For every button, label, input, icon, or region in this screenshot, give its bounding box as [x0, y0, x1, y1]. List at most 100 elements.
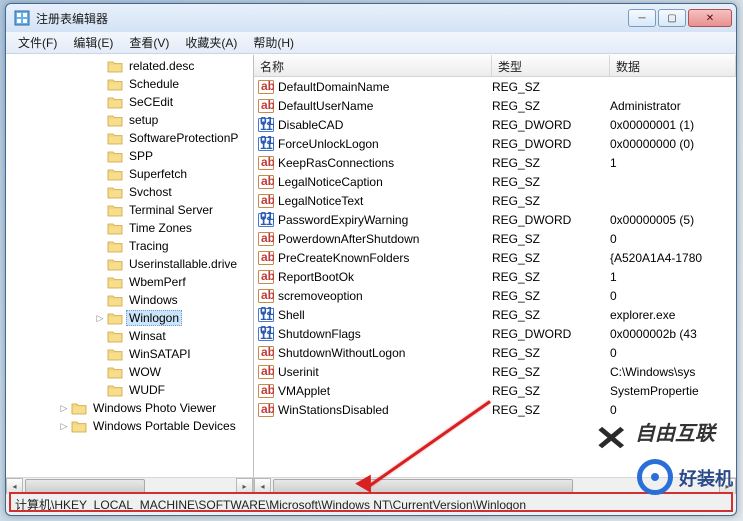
value-type: REG_SZ: [492, 308, 610, 322]
expand-icon[interactable]: ▷: [94, 312, 106, 324]
expand-icon[interactable]: [94, 186, 106, 198]
list-row[interactable]: ShutdownFlagsREG_DWORD0x0000002b (43: [254, 324, 736, 343]
tree-item[interactable]: Superfetch: [6, 165, 253, 183]
menu-favorites[interactable]: 收藏夹(A): [177, 32, 245, 53]
binary-value-icon: [258, 212, 274, 228]
list-row[interactable]: DefaultUserNameREG_SZAdministrator: [254, 96, 736, 115]
value-data: 1: [610, 270, 736, 284]
expand-icon[interactable]: [94, 348, 106, 360]
folder-icon: [107, 149, 123, 163]
tree-item[interactable]: SoftwareProtectionP: [6, 129, 253, 147]
tree-view[interactable]: related.descScheduleSeCEditsetupSoftware…: [6, 55, 253, 473]
expand-icon[interactable]: [94, 384, 106, 396]
value-name: ReportBootOk: [278, 270, 492, 284]
expand-icon[interactable]: [94, 60, 106, 72]
titlebar[interactable]: 注册表编辑器 ─ ▢ ✕: [6, 4, 736, 32]
col-data[interactable]: 数据: [610, 55, 736, 76]
tree-item[interactable]: ▷Windows Photo Viewer: [6, 399, 253, 417]
scroll-thumb[interactable]: [25, 479, 145, 493]
expand-icon[interactable]: [94, 78, 106, 90]
expand-icon[interactable]: [94, 132, 106, 144]
expand-icon[interactable]: ▷: [58, 402, 70, 414]
tree-item[interactable]: setup: [6, 111, 253, 129]
tree-item[interactable]: Svchost: [6, 183, 253, 201]
expand-icon[interactable]: [94, 96, 106, 108]
col-type[interactable]: 类型: [492, 55, 610, 76]
value-name: DisableCAD: [278, 118, 492, 132]
string-value-icon: [258, 193, 274, 209]
tree-item[interactable]: ▷Windows Portable Devices: [6, 417, 253, 435]
list-row[interactable]: WinStationsDisabledREG_SZ0: [254, 400, 736, 419]
tree-item[interactable]: Time Zones: [6, 219, 253, 237]
maximize-button[interactable]: ▢: [658, 9, 686, 27]
list-row[interactable]: PasswordExpiryWarningREG_DWORD0x00000005…: [254, 210, 736, 229]
tree-item[interactable]: Schedule: [6, 75, 253, 93]
expand-icon[interactable]: ▷: [58, 420, 70, 432]
tree-item[interactable]: SPP: [6, 147, 253, 165]
expand-icon[interactable]: [94, 150, 106, 162]
tree-item[interactable]: Terminal Server: [6, 201, 253, 219]
value-name: ShutdownFlags: [278, 327, 492, 341]
menu-view[interactable]: 查看(V): [121, 32, 177, 53]
expand-icon[interactable]: [94, 114, 106, 126]
tree-item[interactable]: Tracing: [6, 237, 253, 255]
folder-icon: [71, 401, 87, 415]
tree-item-label: Tracing: [126, 238, 172, 254]
value-type: REG_DWORD: [492, 327, 610, 341]
string-value-icon: [258, 383, 274, 399]
binary-value-icon: [258, 136, 274, 152]
list-row[interactable]: PowerdownAfterShutdownREG_SZ0: [254, 229, 736, 248]
scroll-thumb[interactable]: [273, 479, 573, 493]
tree-item-label: Winlogon: [126, 310, 182, 326]
expand-icon[interactable]: [94, 258, 106, 270]
tree-item[interactable]: related.desc: [6, 57, 253, 75]
list-row[interactable]: LegalNoticeTextREG_SZ: [254, 191, 736, 210]
expand-icon[interactable]: [94, 222, 106, 234]
list-row[interactable]: DefaultDomainNameREG_SZ: [254, 77, 736, 96]
list-row[interactable]: ShutdownWithoutLogonREG_SZ0: [254, 343, 736, 362]
tree-item[interactable]: WUDF: [6, 381, 253, 399]
value-data: 0x00000005 (5): [610, 213, 736, 227]
tree-item[interactable]: ▷ Winlogon: [6, 309, 253, 327]
expand-icon[interactable]: [94, 168, 106, 180]
tree-item[interactable]: Winsat: [6, 327, 253, 345]
tree-item-label: Terminal Server: [126, 202, 216, 218]
col-name[interactable]: 名称: [254, 55, 492, 76]
tree-item[interactable]: WbemPerf: [6, 273, 253, 291]
value-data: 0: [610, 346, 736, 360]
minimize-button[interactable]: ─: [628, 9, 656, 27]
list-row[interactable]: scremoveoptionREG_SZ0: [254, 286, 736, 305]
expand-icon[interactable]: [94, 240, 106, 252]
list-row[interactable]: DisableCADREG_DWORD0x00000001 (1): [254, 115, 736, 134]
list-row[interactable]: ForceUnlockLogonREG_DWORD0x00000000 (0): [254, 134, 736, 153]
expand-icon[interactable]: [94, 276, 106, 288]
folder-icon: [71, 419, 87, 433]
value-name: VMApplet: [278, 384, 492, 398]
list-row[interactable]: ReportBootOkREG_SZ1: [254, 267, 736, 286]
tree-item[interactable]: WinSATAPI: [6, 345, 253, 363]
tree-item[interactable]: Userinstallable.drive: [6, 255, 253, 273]
close-button[interactable]: ✕: [688, 9, 732, 27]
tree-item[interactable]: Windows: [6, 291, 253, 309]
menu-file[interactable]: 文件(F): [10, 32, 65, 53]
menu-edit[interactable]: 编辑(E): [65, 32, 121, 53]
value-type: REG_SZ: [492, 175, 610, 189]
menu-help[interactable]: 帮助(H): [245, 32, 302, 53]
string-value-icon: [258, 364, 274, 380]
tree-item[interactable]: WOW: [6, 363, 253, 381]
expand-icon[interactable]: [94, 294, 106, 306]
expand-icon[interactable]: [94, 366, 106, 378]
value-data: Administrator: [610, 99, 736, 113]
list-row[interactable]: LegalNoticeCaptionREG_SZ: [254, 172, 736, 191]
expand-icon[interactable]: [94, 330, 106, 342]
list-row[interactable]: VMAppletREG_SZSystemPropertie: [254, 381, 736, 400]
list-view[interactable]: DefaultDomainNameREG_SZDefaultUserNameRE…: [254, 77, 736, 473]
folder-icon: [107, 347, 123, 361]
folder-icon: [107, 275, 123, 289]
expand-icon[interactable]: [94, 204, 106, 216]
list-row[interactable]: UserinitREG_SZC:\Windows\sys: [254, 362, 736, 381]
tree-item[interactable]: SeCEdit: [6, 93, 253, 111]
list-row[interactable]: KeepRasConnectionsREG_SZ1: [254, 153, 736, 172]
list-row[interactable]: ShellREG_SZexplorer.exe: [254, 305, 736, 324]
list-row[interactable]: PreCreateKnownFoldersREG_SZ{A520A1A4-178…: [254, 248, 736, 267]
